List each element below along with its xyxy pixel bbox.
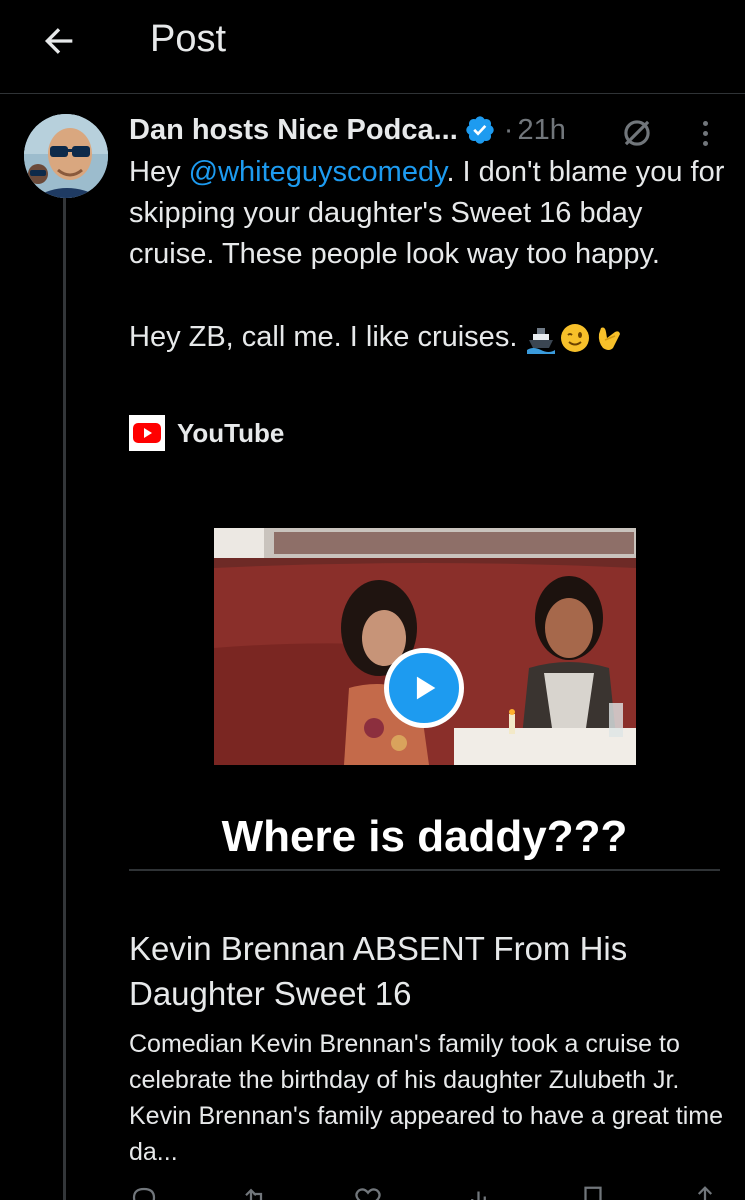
- video-thumbnail: [214, 528, 636, 765]
- post-text-prefix: Hey: [129, 156, 189, 188]
- repost-icon: [245, 1188, 263, 1200]
- like-button[interactable]: [353, 1184, 383, 1200]
- post-separator: ·: [503, 113, 514, 146]
- card-divider: [129, 869, 720, 871]
- views-icon: [470, 1191, 486, 1200]
- more-options-icon[interactable]: [690, 114, 720, 152]
- post-body: Hey @whiteguyscomedy. I don't blame you …: [129, 152, 729, 358]
- thread-connector-line: [63, 198, 66, 1200]
- avatar[interactable]: [24, 114, 108, 198]
- heart-icon: [355, 1188, 382, 1200]
- share-button[interactable]: [690, 1184, 720, 1200]
- verified-badge-icon: [466, 116, 494, 144]
- ship-emoji-icon: [527, 327, 556, 354]
- post-header: Dan hosts Nice Podca... · 21h: [129, 108, 566, 152]
- link-card-description: Comedian Kevin Brennan's family took a c…: [129, 1030, 724, 1166]
- reply-icon: [132, 1187, 156, 1200]
- views-button[interactable]: [466, 1184, 496, 1200]
- thumbnail-caption: Where is daddy???: [221, 812, 628, 861]
- play-button-icon[interactable]: [384, 648, 464, 728]
- post-text-line2: Hey ZB, call me. I like cruises.: [129, 321, 518, 353]
- grok-icon[interactable]: [618, 114, 656, 152]
- page-title: Post: [150, 18, 227, 60]
- youtube-icon: [129, 415, 165, 451]
- repost-button[interactable]: [241, 1184, 271, 1200]
- back-arrow-icon[interactable]: [36, 18, 82, 64]
- post-actions: [129, 1184, 720, 1200]
- mention-link[interactable]: @whiteguyscomedy: [189, 156, 447, 188]
- link-source[interactable]: YouTube: [129, 414, 284, 452]
- top-bar: Post: [0, 0, 745, 94]
- link-card-thumbnail[interactable]: Where is daddy???: [129, 472, 720, 870]
- source-name: YouTube: [177, 417, 285, 448]
- bookmark-button[interactable]: [578, 1184, 608, 1200]
- share-icon: [697, 1186, 712, 1200]
- reply-button[interactable]: [129, 1184, 159, 1200]
- call-me-hand-emoji-icon: [599, 327, 621, 350]
- bookmark-icon: [584, 1186, 602, 1200]
- wink-emoji-icon: [561, 323, 590, 352]
- link-card-title[interactable]: Kevin Brennan ABSENT From His Daughter S…: [129, 926, 729, 1016]
- post-time[interactable]: 21h: [517, 114, 565, 147]
- author-name[interactable]: Dan hosts Nice Podca...: [129, 114, 458, 147]
